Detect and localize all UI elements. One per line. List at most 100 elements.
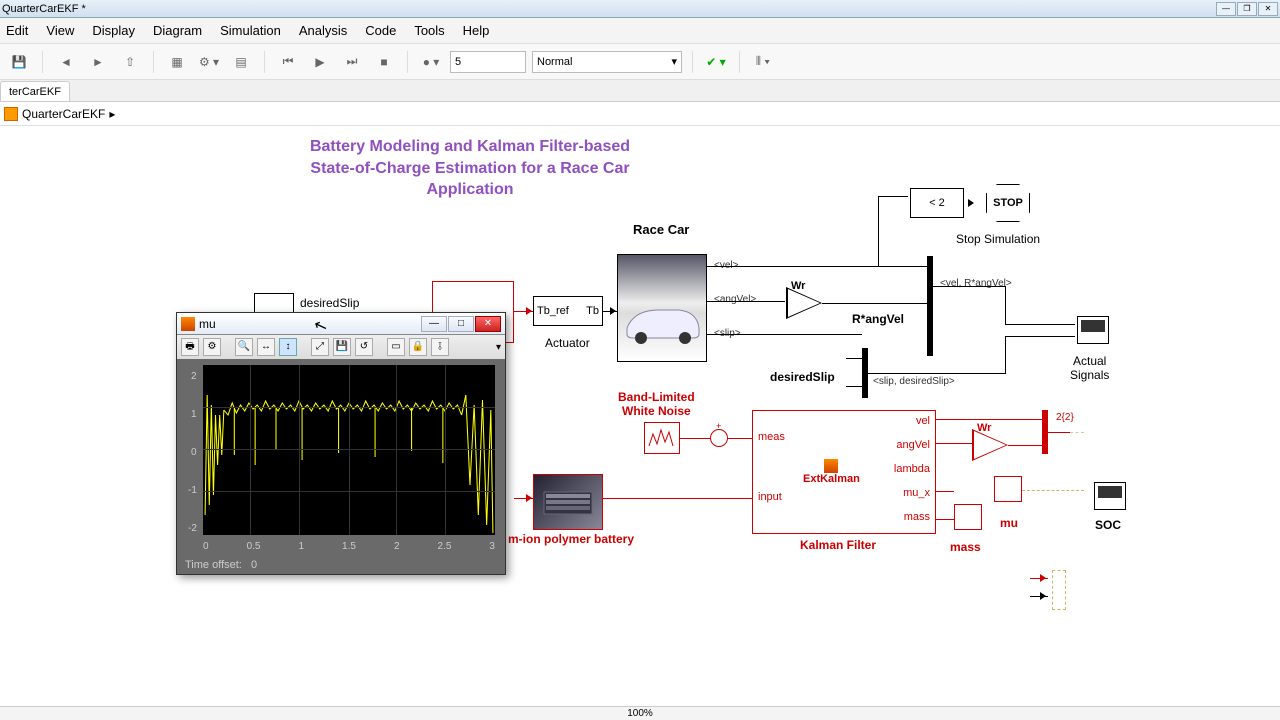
window-title: QuarterCarEKF * bbox=[2, 3, 86, 15]
step-back-button[interactable]: ⏮ bbox=[275, 49, 301, 75]
scope-window[interactable]: mu — □ ✕ 🖶 ⚙ 🔍 ↔ ↕ ⤢ 💾 ↺ ▭ 🔒 ⫱ ▾ bbox=[176, 312, 506, 575]
block-stop[interactable]: STOP bbox=[986, 184, 1030, 222]
breadcrumb: QuarterCarEKF ▸ bbox=[0, 102, 1280, 126]
menu-help[interactable]: Help bbox=[463, 23, 490, 38]
ytick-0: 0 bbox=[191, 447, 197, 458]
menu-simulation[interactable]: Simulation bbox=[220, 23, 281, 38]
port-meas: meas bbox=[758, 431, 785, 443]
scope-zoom-button[interactable]: 🔍 bbox=[235, 338, 253, 356]
scope-toolbar: 🖶 ⚙ 🔍 ↔ ↕ ⤢ 💾 ↺ ▭ 🔒 ⫱ ▾ bbox=[177, 335, 505, 359]
port-ekf-vel: vel bbox=[916, 415, 930, 427]
fast-restart-button[interactable]: ✔ ▾ bbox=[703, 49, 729, 75]
scope-minimize-button[interactable]: — bbox=[421, 316, 447, 332]
scope-zoom-y-button[interactable]: ↕ bbox=[279, 338, 297, 356]
xtick-15: 1.5 bbox=[342, 541, 356, 552]
scope-lock-button[interactable]: 🔒 bbox=[409, 338, 427, 356]
block-extkalman[interactable]: meas input vel angVel lambda mu_x mass E… bbox=[752, 410, 936, 534]
window-restore-button[interactable]: ❐ bbox=[1237, 2, 1257, 16]
save-button[interactable]: 💾 bbox=[6, 49, 32, 75]
simulation-mode-select[interactable]: Normal▾ bbox=[532, 51, 682, 73]
block-mux-actual[interactable] bbox=[927, 256, 933, 356]
noise-icon bbox=[647, 426, 677, 450]
run-button[interactable]: ▶ bbox=[307, 49, 333, 75]
scope-app-icon bbox=[181, 317, 195, 331]
block-battery[interactable] bbox=[533, 474, 603, 530]
toolbar: 💾 ◄ ► ⇧ ▦ ⚙ ▾ ▤ ⏮ ▶ ⏭ ■ ● ▾ Normal▾ ✔ ▾ … bbox=[0, 44, 1280, 80]
block-compare[interactable]: < 2 bbox=[910, 188, 964, 218]
battery-icon bbox=[538, 482, 598, 522]
block-wr2-gain[interactable]: Wr bbox=[972, 429, 1008, 461]
diagram-canvas[interactable]: Battery Modeling and Kalman Filter-based… bbox=[0, 126, 1280, 706]
scope-maximize-button[interactable]: □ bbox=[448, 316, 474, 332]
scope-params-button[interactable]: ⚙ bbox=[203, 338, 221, 356]
menubar: Edit View Display Diagram Simulation Ana… bbox=[0, 18, 1280, 44]
menu-analysis[interactable]: Analysis bbox=[299, 23, 347, 38]
block-white-noise[interactable] bbox=[644, 422, 680, 454]
label-actuator: Actuator bbox=[545, 336, 590, 350]
port-input: input bbox=[758, 491, 782, 503]
matlab-icon bbox=[824, 459, 838, 473]
tab-row: terCarEKF bbox=[0, 80, 1280, 102]
siglabel-angvel: <angVel> bbox=[714, 294, 756, 305]
menu-edit[interactable]: Edit bbox=[6, 23, 28, 38]
scope-close-button[interactable]: ✕ bbox=[475, 316, 501, 332]
block-wr-gain[interactable]: Wr bbox=[786, 287, 822, 319]
block-goto[interactable] bbox=[1052, 570, 1066, 610]
port-ekf-angvel: angVel bbox=[896, 439, 930, 451]
siglabel-slip-desired: <slip, desiredSlip> bbox=[873, 376, 955, 387]
gain-wr-label: Wr bbox=[791, 280, 805, 292]
menu-display[interactable]: Display bbox=[92, 23, 135, 38]
block-scope-soc[interactable] bbox=[1094, 482, 1126, 510]
stop-time-input[interactable] bbox=[450, 51, 526, 73]
block-scope-mass-small[interactable] bbox=[954, 504, 982, 530]
block-sum[interactable] bbox=[710, 429, 728, 447]
model-icon bbox=[4, 107, 18, 121]
scope-status: Time offset: 0 bbox=[177, 556, 505, 574]
scope-more-icon[interactable]: ▾ bbox=[496, 342, 501, 353]
breadcrumb-root[interactable]: QuarterCarEKF bbox=[22, 107, 105, 121]
up-button[interactable]: ⇧ bbox=[117, 49, 143, 75]
block-scope-mu-small[interactable] bbox=[994, 476, 1022, 502]
scope-float-button[interactable]: ▭ bbox=[387, 338, 405, 356]
tab-model[interactable]: terCarEKF bbox=[0, 81, 70, 101]
ytick-1: 1 bbox=[191, 409, 197, 420]
menu-code[interactable]: Code bbox=[365, 23, 396, 38]
model-explorer-button[interactable]: ▤ bbox=[228, 49, 254, 75]
menu-view[interactable]: View bbox=[46, 23, 74, 38]
scope-print-button[interactable]: 🖶 bbox=[181, 338, 199, 356]
scope-zoom-x-button[interactable]: ↔ bbox=[257, 338, 275, 356]
window-minimize-button[interactable]: — bbox=[1216, 2, 1236, 16]
window-close-button[interactable]: ✕ bbox=[1258, 2, 1278, 16]
record-button[interactable]: ● ▾ bbox=[418, 49, 444, 75]
port-ekf-mux: mu_x bbox=[903, 487, 930, 499]
model-config-button[interactable]: ⚙ ▾ bbox=[196, 49, 222, 75]
zoom-level: 100% bbox=[627, 708, 653, 719]
menu-tools[interactable]: Tools bbox=[414, 23, 444, 38]
block-actuator[interactable]: Tb_ref Tb bbox=[533, 296, 603, 326]
ytick-n1: -1 bbox=[188, 485, 197, 496]
block-racecar[interactable] bbox=[617, 254, 707, 362]
library-browser-button[interactable]: ▦ bbox=[164, 49, 190, 75]
scope-plot[interactable] bbox=[203, 365, 495, 535]
scope-restore-button[interactable]: ↺ bbox=[355, 338, 373, 356]
breadcrumb-chevron-icon[interactable]: ▸ bbox=[109, 107, 115, 121]
forward-button[interactable]: ► bbox=[85, 49, 111, 75]
menu-diagram[interactable]: Diagram bbox=[153, 23, 202, 38]
label-bandlimited: Band-LimitedWhite Noise bbox=[618, 390, 695, 418]
port-ekf-lambda: lambda bbox=[894, 463, 930, 475]
stop-button[interactable]: ■ bbox=[371, 49, 397, 75]
label-extkalman: ExtKalman bbox=[803, 473, 860, 485]
scope-autoscale-button[interactable]: ⤢ bbox=[311, 338, 329, 356]
step-forward-button[interactable]: ⏭ bbox=[339, 49, 365, 75]
block-scope-actual[interactable] bbox=[1077, 316, 1109, 344]
scope-title: mu bbox=[199, 317, 216, 331]
scope-signal-select-button[interactable]: ⫱ bbox=[431, 338, 449, 356]
build-button[interactable]: ⫴ ▾ bbox=[750, 49, 776, 75]
back-button[interactable]: ◄ bbox=[53, 49, 79, 75]
model-title: Battery Modeling and Kalman Filter-based… bbox=[280, 136, 660, 201]
siglabel-vel-rangvel: <vel, R*angVel> bbox=[940, 278, 1012, 289]
scope-save-config-button[interactable]: 💾 bbox=[333, 338, 351, 356]
xtick-05: 0.5 bbox=[247, 541, 261, 552]
xtick-3: 3 bbox=[489, 541, 495, 552]
xtick-2: 2 bbox=[394, 541, 400, 552]
